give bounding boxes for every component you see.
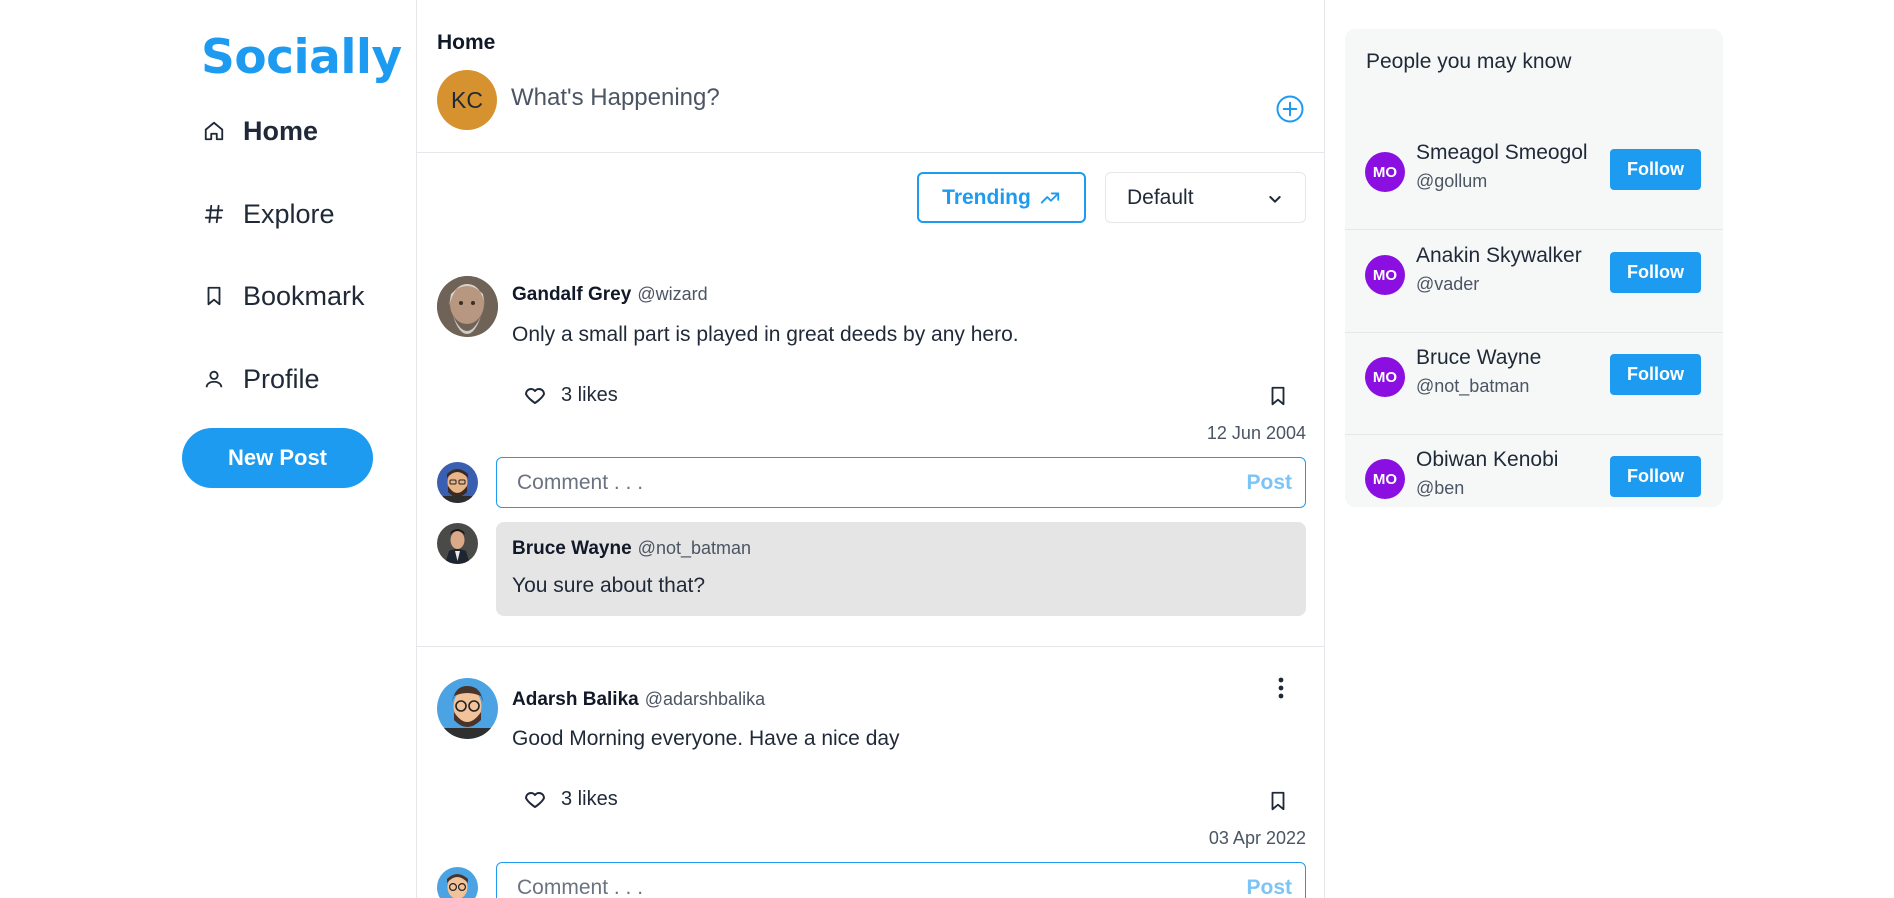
avatar[interactable]: [437, 276, 498, 337]
post-text: Only a small part is played in great dee…: [512, 323, 1019, 346]
nav-item-label: Profile: [243, 363, 320, 394]
author-name: Adarsh Balika: [512, 689, 639, 710]
post-composer: KC What's Happening?: [417, 70, 1324, 153]
post-text: Good Morning everyone. Have a nice day: [512, 727, 900, 750]
avatar-photo: [437, 867, 478, 898]
sort-selected-value: Default: [1127, 185, 1194, 209]
comment-placeholder: Comment . . .: [517, 470, 644, 494]
author-name: Bruce Wayne: [512, 538, 632, 559]
reply-author[interactable]: Bruce Wayne @not_batman: [512, 538, 751, 560]
suggested-person: MO Bruce Wayne @not_batman Follow: [1345, 332, 1723, 435]
person-handle: @ben: [1416, 478, 1465, 498]
like-button[interactable]: 3 likes: [523, 787, 618, 811]
trending-button[interactable]: Trending: [917, 172, 1086, 223]
left-sidebar: Socially Home Explore Bookmark Profile N…: [0, 0, 416, 898]
trending-up-icon: [1040, 192, 1059, 203]
follow-button[interactable]: Follow: [1610, 149, 1701, 190]
person-handle: @gollum: [1416, 171, 1488, 191]
bookmark-icon[interactable]: [1267, 384, 1289, 408]
nav-item-label: Home: [243, 115, 319, 146]
chevron-down-icon: [1269, 196, 1281, 203]
suggested-person: MO Anakin Skywalker @vader Follow: [1345, 230, 1723, 333]
avatar-photo: [437, 678, 498, 739]
likes-count: 3 likes: [561, 787, 618, 810]
nav-item-profile[interactable]: Profile: [203, 359, 320, 399]
nav-item-home[interactable]: Home: [203, 111, 318, 151]
avatar[interactable]: [437, 462, 478, 503]
avatar-photo: [437, 523, 478, 564]
avatar[interactable]: [437, 678, 498, 739]
heart-icon: [525, 792, 545, 808]
add-circle-icon[interactable]: [1275, 94, 1305, 124]
home-icon: [204, 121, 224, 141]
follow-button[interactable]: Follow: [1610, 354, 1701, 395]
new-post-button[interactable]: New Post: [182, 428, 373, 488]
heart-icon: [525, 388, 545, 404]
comment-post-button[interactable]: Post: [1246, 471, 1292, 495]
person-handle: @not_batman: [1416, 376, 1530, 396]
person-name[interactable]: Bruce Wayne: [1416, 346, 1541, 370]
nav-item-label: Explore: [243, 198, 335, 229]
comment-input[interactable]: Comment . . . Post: [496, 457, 1306, 508]
people-suggestions-panel: People you may know MO Smeagol Smeogol @…: [1345, 29, 1723, 507]
comment-post-button[interactable]: Post: [1246, 876, 1292, 898]
avatar[interactable]: MO: [1365, 357, 1405, 397]
like-button[interactable]: 3 likes: [523, 383, 618, 407]
trending-label: Trending: [942, 185, 1031, 209]
post-author[interactable]: Gandalf Grey @wizard: [512, 284, 708, 306]
post-author[interactable]: Adarsh Balika @adarshbalika: [512, 689, 765, 711]
brand-logo[interactable]: Socially: [201, 30, 402, 85]
nav-item-bookmark[interactable]: Bookmark: [203, 276, 365, 316]
comment-input[interactable]: Comment . . . Post: [496, 862, 1306, 898]
app-root: Socially Home Explore Bookmark Profile N…: [0, 0, 1894, 898]
composer-input[interactable]: What's Happening?: [511, 84, 720, 112]
reply-text: You sure about that?: [512, 574, 706, 597]
avatar[interactable]: KC: [437, 70, 497, 130]
reply-card: Bruce Wayne @not_batman You sure about th…: [496, 522, 1306, 616]
person-name[interactable]: Smeagol Smeogol: [1416, 141, 1588, 165]
person-name[interactable]: Obiwan Kenobi: [1416, 448, 1558, 472]
likes-count: 3 likes: [561, 383, 618, 406]
sort-select[interactable]: Default: [1105, 172, 1306, 223]
suggested-person: MO Obiwan Kenobi @ben Follow: [1345, 434, 1723, 507]
hash-icon: [204, 204, 224, 224]
bookmark-icon: [207, 286, 221, 306]
post-date: 12 Jun 2004: [1206, 423, 1306, 443]
avatar[interactable]: MO: [1365, 152, 1405, 192]
more-vertical-icon[interactable]: [1277, 676, 1285, 700]
page-title: Home: [437, 31, 496, 54]
author-name: Gandalf Grey: [512, 284, 632, 305]
nav-item-label: Bookmark: [243, 280, 365, 311]
person-handle: @vader: [1416, 274, 1480, 294]
person-name[interactable]: Anakin Skywalker: [1416, 244, 1582, 268]
post-date: 03 Apr 2022: [1208, 828, 1306, 848]
follow-button[interactable]: Follow: [1610, 252, 1701, 293]
suggested-person: MO Smeagol Smeogol @gollum Follow: [1345, 127, 1723, 230]
author-handle: @wizard: [637, 284, 708, 304]
panel-title: People you may know: [1366, 50, 1572, 73]
avatar[interactable]: MO: [1365, 255, 1405, 295]
avatar-photo: [437, 462, 478, 503]
avatar[interactable]: [437, 523, 478, 564]
avatar[interactable]: MO: [1365, 459, 1405, 499]
user-icon: [205, 370, 223, 388]
main-feed: Home KC What's Happening? Trending Defau…: [416, 0, 1325, 898]
bookmark-icon[interactable]: [1267, 789, 1289, 813]
author-handle: @adarshbalika: [644, 689, 766, 709]
post-divider: [417, 646, 1324, 647]
avatar-photo: [437, 276, 498, 337]
avatar[interactable]: [437, 867, 478, 898]
follow-button[interactable]: Follow: [1610, 456, 1701, 497]
comment-placeholder: Comment . . .: [517, 875, 644, 898]
author-handle: @not_batman: [637, 538, 752, 558]
nav-item-explore[interactable]: Explore: [203, 194, 335, 234]
